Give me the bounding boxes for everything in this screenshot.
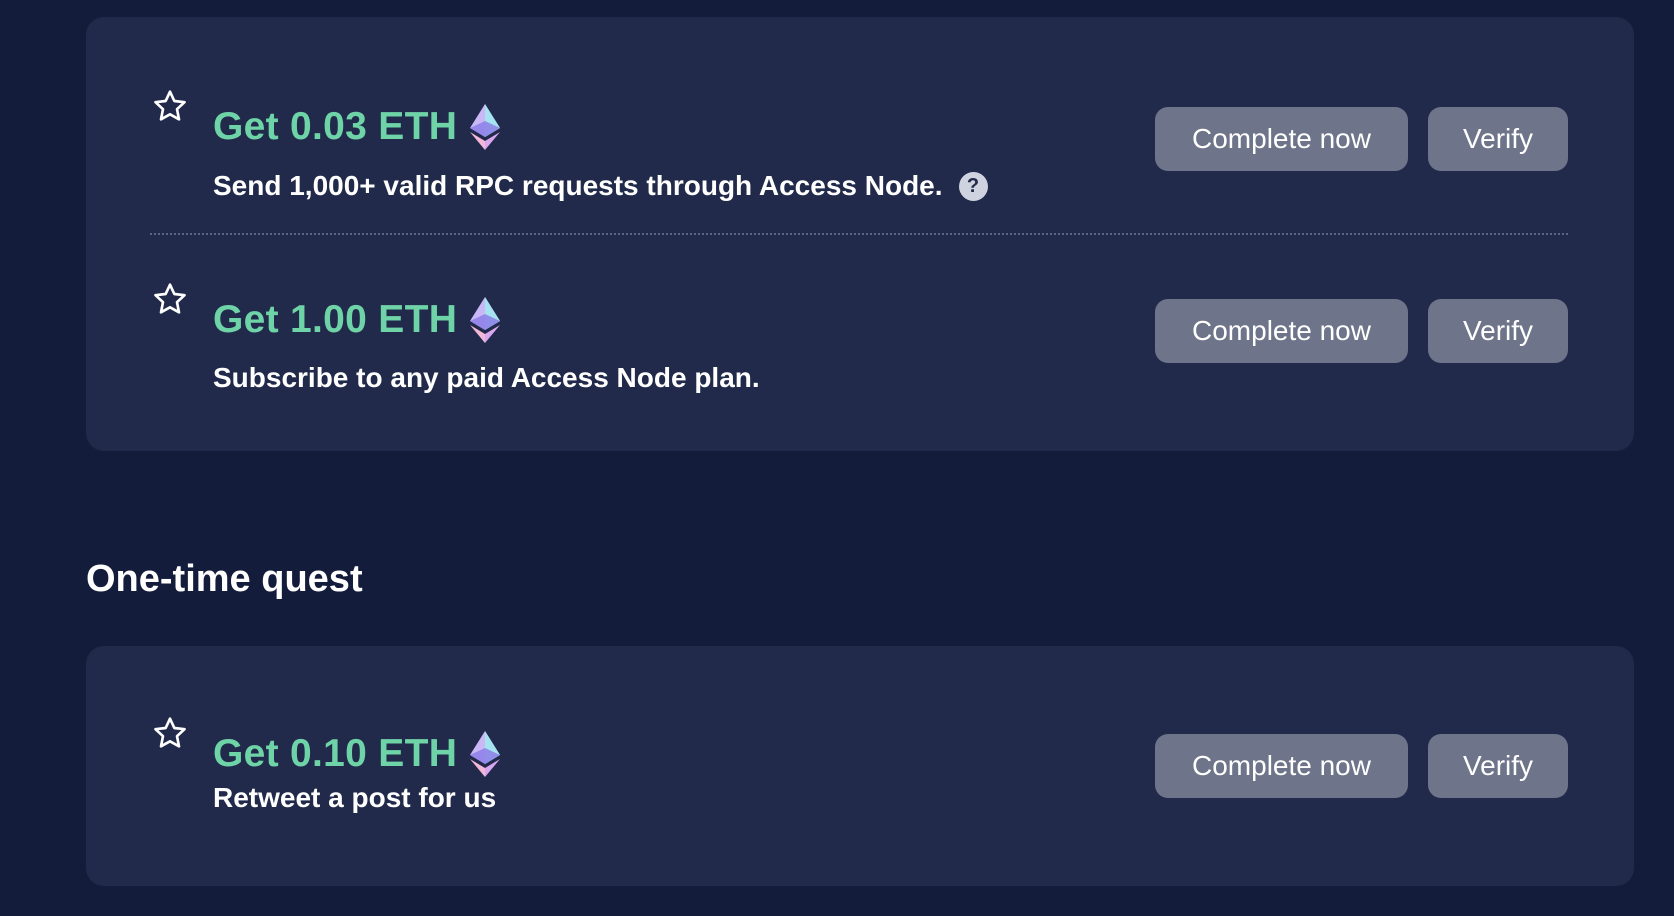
complete-now-button[interactable]: Complete now	[1155, 734, 1408, 798]
reward-title: Get 0.03 ETH	[213, 101, 501, 153]
quest-card: Get 0.03 ETH Send 1,000+ valid RPC reque…	[86, 17, 1634, 451]
reward-title: Get 0.10 ETH	[213, 728, 501, 780]
star-outline-icon[interactable]	[150, 280, 190, 320]
verify-button[interactable]: Verify	[1428, 734, 1568, 798]
reward-title: Get 1.00 ETH	[213, 294, 501, 346]
quest-card: Get 0.10 ETH Retweet a post for us Compl…	[86, 646, 1634, 886]
complete-now-button[interactable]: Complete now	[1155, 299, 1408, 363]
verify-button[interactable]: Verify	[1428, 107, 1568, 171]
quest-description: Retweet a post for us	[213, 782, 496, 814]
reward-amount: Get 0.03 ETH	[213, 105, 458, 148]
quest-description: Send 1,000+ valid RPC requests through A…	[213, 170, 988, 202]
star-outline-icon[interactable]	[150, 87, 190, 127]
ethereum-icon	[470, 104, 501, 150]
quest-description-text: Subscribe to any paid Access Node plan.	[213, 362, 760, 393]
quest-description-text: Send 1,000+ valid RPC requests through A…	[213, 170, 943, 201]
complete-now-button[interactable]: Complete now	[1155, 107, 1408, 171]
section-title: One-time quest	[86, 558, 363, 600]
ethereum-icon	[470, 297, 501, 343]
divider	[150, 233, 1568, 235]
quest-description: Subscribe to any paid Access Node plan.	[213, 362, 760, 394]
reward-amount: Get 1.00 ETH	[213, 298, 458, 341]
quest-description-text: Retweet a post for us	[213, 782, 497, 813]
question-circle-icon[interactable]: ?	[958, 171, 988, 201]
verify-button[interactable]: Verify	[1428, 299, 1568, 363]
reward-amount: Get 0.10 ETH	[213, 732, 458, 775]
ethereum-icon	[470, 731, 501, 777]
star-outline-icon[interactable]	[150, 714, 190, 754]
